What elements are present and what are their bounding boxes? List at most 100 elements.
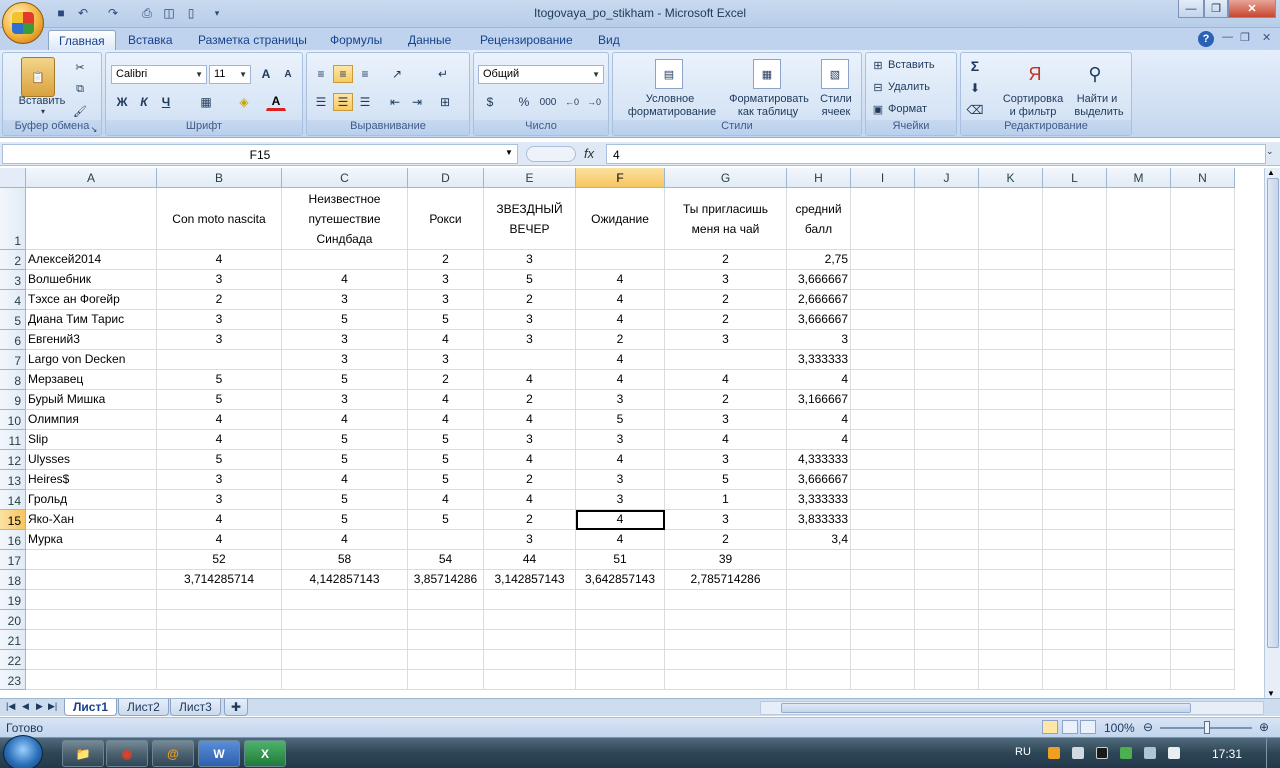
table-cell[interactable]: [1043, 330, 1107, 350]
name-cell[interactable]: [26, 630, 157, 650]
column-title-cell[interactable]: [915, 188, 979, 250]
table-cell[interactable]: [665, 670, 787, 690]
table-cell[interactable]: [851, 410, 915, 430]
table-cell[interactable]: [915, 590, 979, 610]
table-cell[interactable]: [1171, 550, 1235, 570]
row-header[interactable]: 3: [0, 270, 26, 290]
table-cell[interactable]: 5: [157, 370, 282, 390]
table-cell[interactable]: [1107, 270, 1171, 290]
table-cell[interactable]: [1171, 670, 1235, 690]
sort-filter-label-2[interactable]: и фильтр: [995, 106, 1071, 118]
font-size-select[interactable]: 11 ▼: [209, 65, 251, 84]
table-cell[interactable]: [979, 390, 1043, 410]
table-cell[interactable]: [915, 270, 979, 290]
table-cell[interactable]: 3,642857143: [576, 570, 665, 590]
table-cell[interactable]: [787, 630, 851, 650]
table-cell[interactable]: [484, 670, 576, 690]
table-cell[interactable]: [979, 570, 1043, 590]
table-cell[interactable]: 52: [157, 550, 282, 570]
table-cell[interactable]: [915, 430, 979, 450]
ribbon-minimize-icon[interactable]: —: [1222, 31, 1233, 43]
row-header[interactable]: 6: [0, 330, 26, 350]
table-cell[interactable]: 4: [282, 530, 408, 550]
tab-view[interactable]: Вид: [588, 30, 630, 50]
sheet-tab-3[interactable]: Лист3: [170, 699, 221, 716]
percent-button[interactable]: %: [514, 93, 534, 111]
name-cell[interactable]: [26, 570, 157, 590]
table-cell[interactable]: [915, 550, 979, 570]
vertical-scrollbar[interactable]: ▲ ▼: [1264, 168, 1280, 698]
table-cell[interactable]: [979, 450, 1043, 470]
table-cell[interactable]: 5: [408, 310, 484, 330]
column-title-cell[interactable]: Ты пригласишь меня на чай: [665, 188, 787, 250]
table-cell[interactable]: [851, 530, 915, 550]
table-cell[interactable]: [408, 530, 484, 550]
table-cell[interactable]: [157, 350, 282, 370]
row-header[interactable]: 1: [0, 188, 26, 250]
table-cell[interactable]: 4: [576, 370, 665, 390]
table-cell[interactable]: [665, 590, 787, 610]
paste-button[interactable]: Вставить: [9, 95, 75, 107]
horizontal-scrollbar[interactable]: [760, 701, 1264, 715]
table-cell[interactable]: [1107, 490, 1171, 510]
table-cell[interactable]: 2: [665, 290, 787, 310]
table-cell[interactable]: [1171, 590, 1235, 610]
table-cell[interactable]: [915, 450, 979, 470]
autosum-button[interactable]: Σ: [965, 57, 985, 75]
table-cell[interactable]: [157, 650, 282, 670]
tab-formulas[interactable]: Формулы: [320, 30, 392, 50]
table-cell[interactable]: 4: [576, 310, 665, 330]
first-sheet-icon[interactable]: |◀: [6, 701, 15, 712]
table-cell[interactable]: [915, 610, 979, 630]
table-cell[interactable]: [851, 470, 915, 490]
table-cell[interactable]: [1107, 350, 1171, 370]
number-format-select[interactable]: Общий ▼: [478, 65, 604, 84]
formula-input[interactable]: 4: [606, 144, 1266, 164]
table-cell[interactable]: [787, 570, 851, 590]
table-cell[interactable]: 4: [408, 490, 484, 510]
table-cell[interactable]: [979, 650, 1043, 670]
table-cell[interactable]: [665, 630, 787, 650]
name-cell[interactable]: Бурый Мишка: [26, 390, 157, 410]
font-name-select[interactable]: Calibri ▼: [111, 65, 207, 84]
table-cell[interactable]: [1107, 290, 1171, 310]
table-cell[interactable]: 3,666667: [787, 470, 851, 490]
underline-button[interactable]: Ч: [156, 93, 176, 111]
table-cell[interactable]: [408, 650, 484, 670]
table-cell[interactable]: 4,142857143: [282, 570, 408, 590]
table-cell[interactable]: [851, 590, 915, 610]
table-cell[interactable]: 5: [282, 430, 408, 450]
table-cell[interactable]: [408, 670, 484, 690]
table-cell[interactable]: 5: [282, 370, 408, 390]
column-title-cell[interactable]: [1107, 188, 1171, 250]
name-cell[interactable]: [26, 610, 157, 630]
table-cell[interactable]: 2: [665, 310, 787, 330]
increase-decimal-icon[interactable]: ←0: [562, 93, 582, 111]
table-cell[interactable]: 3: [157, 490, 282, 510]
table-cell[interactable]: 3,333333: [787, 350, 851, 370]
copy-icon[interactable]: ⧉: [71, 81, 89, 97]
column-header-k[interactable]: K: [979, 168, 1043, 188]
table-cell[interactable]: [979, 590, 1043, 610]
table-cell[interactable]: [1107, 650, 1171, 670]
table-cell[interactable]: 5: [665, 470, 787, 490]
column-header-a[interactable]: A: [26, 168, 157, 188]
expand-formula-bar-icon[interactable]: ⌄: [1266, 146, 1278, 162]
table-cell[interactable]: [851, 610, 915, 630]
merge-center-icon[interactable]: ⊞: [435, 93, 455, 111]
office-button[interactable]: [2, 2, 44, 44]
table-cell[interactable]: [915, 250, 979, 270]
table-cell[interactable]: [282, 670, 408, 690]
table-cell[interactable]: [1107, 390, 1171, 410]
table-cell[interactable]: [915, 490, 979, 510]
conditional-formatting-label-1[interactable]: Условное: [617, 93, 723, 105]
tab-page-layout[interactable]: Разметка страницы: [188, 30, 317, 50]
table-cell[interactable]: [1107, 550, 1171, 570]
tray-update-icon[interactable]: [1120, 747, 1132, 759]
zoom-slider-thumb[interactable]: [1204, 721, 1210, 734]
row-header[interactable]: 20: [0, 610, 26, 630]
table-cell[interactable]: 4: [157, 530, 282, 550]
table-cell[interactable]: 5: [157, 390, 282, 410]
row-header[interactable]: 15: [0, 510, 26, 530]
table-cell[interactable]: [1107, 370, 1171, 390]
